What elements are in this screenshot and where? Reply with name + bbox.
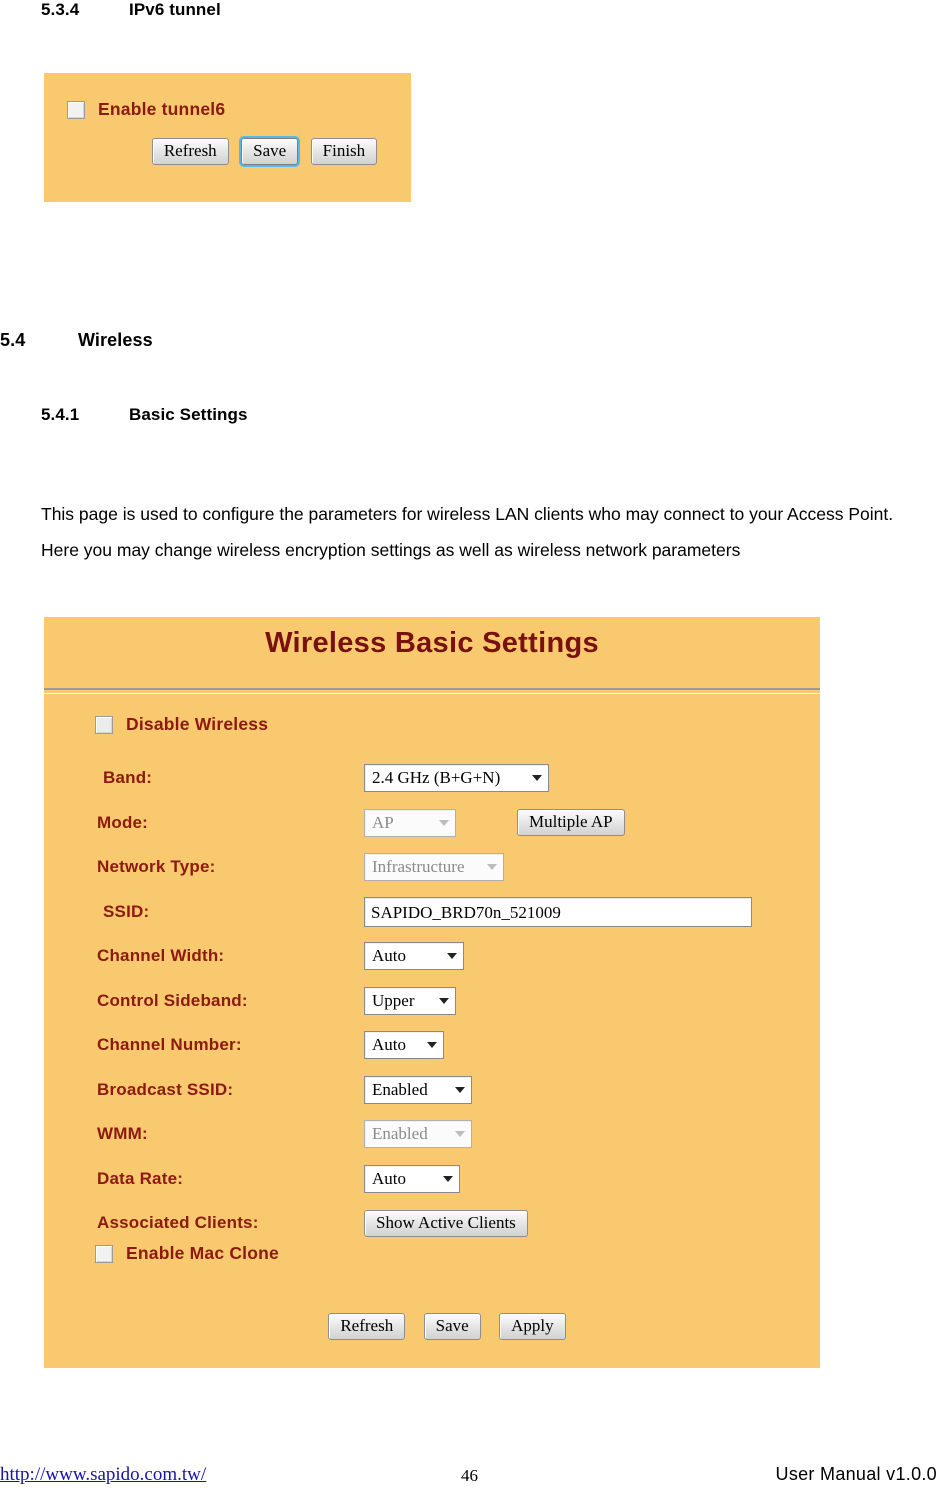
disable-wireless-label: Disable Wireless bbox=[126, 714, 269, 734]
footer-manual-version: User Manual v1.0.0 bbox=[775, 1464, 937, 1484]
heading-ipv6-tunnel-number: 5.3.4 bbox=[41, 0, 80, 19]
field-row: Data Rate: Auto bbox=[44, 1157, 820, 1201]
wireless-refresh-button[interactable]: Refresh bbox=[328, 1313, 406, 1340]
field-control: Enabled bbox=[364, 1120, 472, 1148]
field-row: Band: 2.4 GHz (B+G+N) bbox=[44, 756, 820, 800]
field-control: Enabled bbox=[364, 1075, 472, 1104]
wireless-apply-button[interactable]: Apply bbox=[499, 1313, 566, 1340]
data-rate-select[interactable]: Auto bbox=[364, 1164, 460, 1193]
field-label: SSID: bbox=[103, 901, 150, 921]
field-row: Mode: AP Multiple AP bbox=[44, 801, 820, 845]
heading-basic-settings-number: 5.4.1 bbox=[41, 405, 80, 424]
broadcast-ssid-select[interactable]: Enabled bbox=[364, 1075, 472, 1104]
mode-selected-value: AP bbox=[372, 812, 394, 832]
chevron-down-icon bbox=[455, 1131, 465, 1137]
disable-wireless-row[interactable]: Disable Wireless bbox=[95, 714, 268, 735]
field-label: Associated Clients: bbox=[97, 1213, 259, 1232]
field-label: Broadcast SSID: bbox=[97, 1079, 234, 1099]
chevron-down-icon bbox=[439, 997, 449, 1004]
wmm-select: Enabled bbox=[364, 1120, 472, 1148]
chevron-down-icon bbox=[439, 819, 449, 826]
tunnel-finish-button[interactable]: Finish bbox=[310, 138, 378, 165]
channel-width-selected-value: Auto bbox=[372, 946, 406, 965]
enable-tunnel6-row[interactable]: Enable tunnel6 bbox=[67, 99, 225, 120]
band-selected-value: 2.4 GHz (B+G+N) bbox=[372, 768, 501, 787]
field-control: Auto bbox=[364, 1164, 460, 1193]
field-row: Network Type: Infrastructure bbox=[44, 845, 820, 889]
heading-wireless-text: Wireless bbox=[78, 330, 153, 350]
wireless-save-button[interactable]: Save bbox=[423, 1313, 481, 1340]
field-row: Control Sideband: Upper bbox=[44, 979, 820, 1023]
control-sideband-selected-value: Upper bbox=[372, 990, 415, 1010]
channel-number-selected-value: Auto bbox=[372, 1035, 406, 1054]
field-control: AP Multiple AP bbox=[364, 808, 625, 837]
enable-mac-clone-checkbox[interactable] bbox=[95, 1244, 113, 1263]
field-label: Network Type: bbox=[97, 857, 216, 876]
multiple-ap-button[interactable]: Multiple AP bbox=[517, 809, 625, 836]
ssid-input[interactable]: SAPIDO_BRD70n_521009 bbox=[364, 896, 752, 927]
heading-wireless: 5.4 Wireless bbox=[0, 330, 153, 351]
ipv6-tunnel-panel: Enable tunnel6 Refresh Save Finish bbox=[44, 73, 411, 202]
enable-mac-clone-row[interactable]: Enable Mac Clone bbox=[95, 1243, 279, 1264]
field-control: Infrastructure bbox=[364, 853, 504, 881]
channel-number-select[interactable]: Auto bbox=[364, 1031, 444, 1059]
panel-divider bbox=[44, 688, 820, 694]
field-row: Channel Width: Auto bbox=[44, 934, 820, 978]
chevron-down-icon bbox=[532, 775, 542, 781]
chevron-down-icon bbox=[427, 1042, 437, 1048]
field-label: Channel Number: bbox=[97, 1035, 242, 1054]
heading-ipv6-tunnel: 5.3.4 IPv6 tunnel bbox=[41, 0, 221, 20]
field-row: SSID: SAPIDO_BRD70n_521009 bbox=[44, 890, 820, 934]
field-label: Channel Width: bbox=[97, 946, 225, 965]
show-active-clients-button[interactable]: Show Active Clients bbox=[364, 1209, 528, 1237]
field-row: WMM: Enabled bbox=[44, 1112, 820, 1156]
chevron-down-icon bbox=[447, 953, 457, 959]
field-label: Data Rate: bbox=[97, 1168, 184, 1188]
band-select[interactable]: 2.4 GHz (B+G+N) bbox=[364, 764, 549, 792]
network-type-selected-value: Infrastructure bbox=[372, 857, 465, 876]
channel-width-select[interactable]: Auto bbox=[364, 942, 464, 970]
wmm-selected-value: Enabled bbox=[372, 1124, 428, 1143]
chevron-down-icon bbox=[455, 1086, 465, 1093]
disable-wireless-checkbox[interactable] bbox=[95, 715, 113, 734]
control-sideband-select[interactable]: Upper bbox=[364, 986, 456, 1015]
tunnel-refresh-button[interactable]: Refresh bbox=[151, 138, 229, 165]
field-label: WMM: bbox=[97, 1124, 148, 1143]
field-control: 2.4 GHz (B+G+N) bbox=[364, 764, 549, 792]
wireless-basic-settings-panel: Wireless Basic Settings Disable Wireless… bbox=[44, 617, 820, 1368]
enable-tunnel6-label: Enable tunnel6 bbox=[98, 99, 226, 119]
heading-ipv6-tunnel-text: IPv6 tunnel bbox=[129, 0, 221, 19]
heading-basic-settings-text: Basic Settings bbox=[129, 405, 248, 424]
heading-wireless-number: 5.4 bbox=[0, 330, 26, 350]
intro-paragraph: This page is used to configure the param… bbox=[41, 503, 894, 560]
field-row: Associated Clients: Show Active Clients bbox=[44, 1201, 820, 1245]
page-footer: http://www.sapido.com.tw/ 46 User Manual… bbox=[0, 1462, 939, 1496]
mode-select: AP bbox=[364, 808, 456, 837]
field-control: Show Active Clients bbox=[364, 1209, 528, 1237]
field-control: Upper bbox=[364, 986, 456, 1015]
field-label: Band: bbox=[103, 768, 153, 787]
field-control: Auto bbox=[364, 942, 464, 970]
heading-basic-settings: 5.4.1 Basic Settings bbox=[41, 405, 248, 425]
ipv6-tunnel-button-bar: Refresh Save Finish bbox=[44, 136, 411, 167]
data-rate-selected-value: Auto bbox=[372, 1168, 406, 1188]
field-control: Auto bbox=[364, 1031, 444, 1059]
wireless-button-bar: Refresh Save Apply bbox=[44, 1313, 820, 1340]
chevron-down-icon bbox=[443, 1175, 453, 1182]
field-label: Control Sideband: bbox=[97, 990, 248, 1010]
chevron-down-icon bbox=[487, 864, 497, 870]
broadcast-ssid-selected-value: Enabled bbox=[372, 1079, 428, 1099]
enable-tunnel6-checkbox[interactable] bbox=[67, 100, 85, 119]
enable-mac-clone-label: Enable Mac Clone bbox=[126, 1243, 279, 1263]
wireless-panel-title: Wireless Basic Settings bbox=[265, 627, 599, 659]
field-control: SAPIDO_BRD70n_521009 bbox=[364, 896, 752, 927]
network-type-select: Infrastructure bbox=[364, 853, 504, 881]
tunnel-save-button[interactable]: Save bbox=[239, 136, 301, 167]
field-row: Broadcast SSID: Enabled bbox=[44, 1068, 820, 1112]
field-label: Mode: bbox=[97, 812, 149, 832]
field-row: Channel Number: Auto bbox=[44, 1023, 820, 1067]
